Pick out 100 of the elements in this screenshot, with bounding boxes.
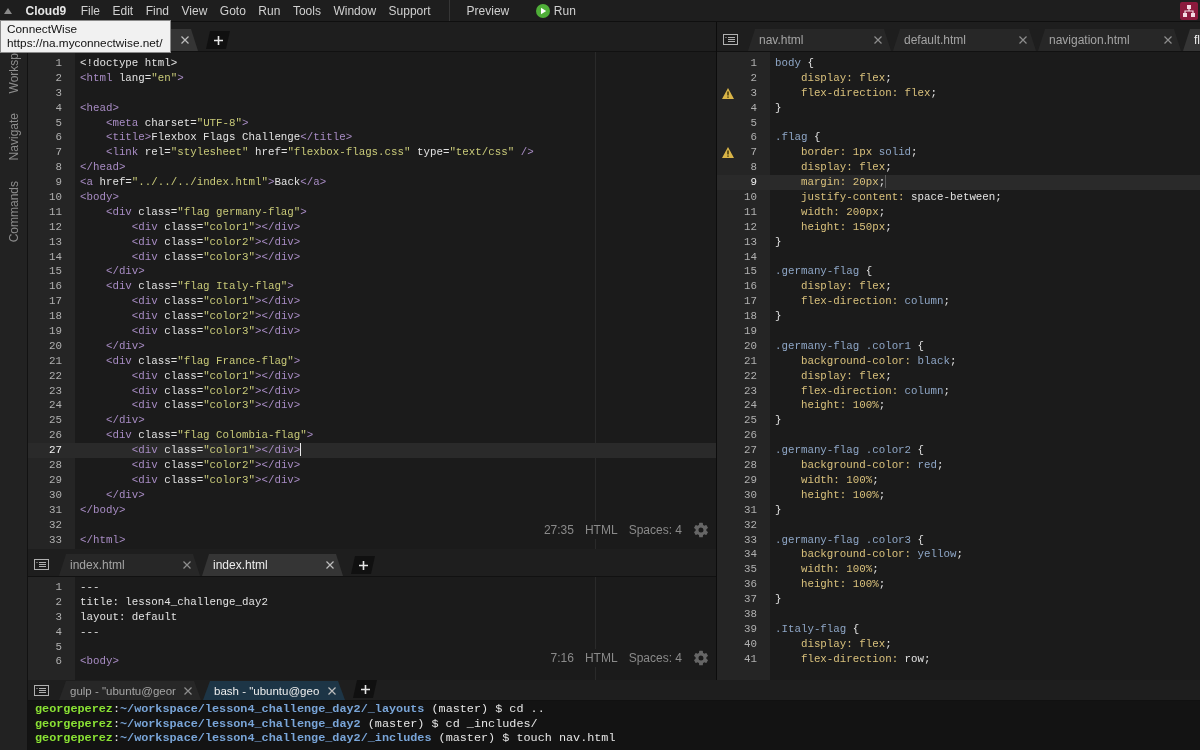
- line-number: 27: [49, 443, 62, 459]
- line-number: 30: [49, 487, 62, 503]
- sidebar-tab[interactable]: Worksp: [6, 53, 21, 94]
- close-icon[interactable]: [326, 561, 334, 569]
- menu-item[interactable]: Support: [388, 3, 431, 18]
- language-mode[interactable]: HTML: [584, 523, 618, 537]
- line-number: 1: [55, 56, 62, 71]
- plus-icon: [358, 560, 368, 570]
- menu-item[interactable]: Run: [258, 3, 281, 18]
- line-number: 36: [744, 577, 757, 593]
- plus-icon: [360, 684, 370, 694]
- code-line: }: [775, 593, 782, 606]
- line-number: 25: [49, 413, 62, 429]
- line-number: 41: [744, 651, 757, 667]
- run-button[interactable]: Run: [535, 3, 576, 18]
- line-number: 6: [55, 654, 62, 670]
- code-line: </div>: [105, 339, 145, 352]
- list-icon[interactable]: [723, 34, 738, 45]
- line-number: 1: [55, 580, 62, 595]
- editor-tab[interactable]: index.html: [59, 554, 200, 576]
- preview-button[interactable]: Preview: [466, 3, 510, 18]
- code-line: ---: [80, 581, 100, 593]
- code-line: border: 1px solid;: [800, 146, 918, 159]
- menu-item[interactable]: Goto: [219, 3, 246, 18]
- line-number: 22: [49, 368, 62, 384]
- line-number: 4: [55, 100, 62, 116]
- editor-tab[interactable]: default.html: [893, 29, 1036, 51]
- menu-item[interactable]: File: [80, 3, 100, 18]
- indent-setting[interactable]: Spaces: 4: [628, 651, 682, 665]
- menu-item[interactable]: Find: [145, 3, 170, 18]
- new-tab-button[interactable]: [353, 680, 377, 698]
- close-icon[interactable]: [874, 36, 882, 44]
- terminal-line: georgeperez:~/workspace/lesson4_challenge_day2 (master) $ cd _includes/: [35, 716, 538, 731]
- editor-tab[interactable]: index.html: [202, 554, 343, 576]
- indent-setting[interactable]: Spaces: 4: [628, 523, 682, 537]
- tooltip-url: https://na.myconnectwise.net/: [7, 36, 163, 50]
- code-editor[interactable]: [717, 52, 1200, 680]
- sidebar-tab[interactable]: Navigate: [6, 113, 21, 161]
- close-icon[interactable]: [181, 36, 189, 44]
- code-line: <div class="color3"></div>: [131, 399, 301, 412]
- code-line: height: 100%;: [800, 399, 886, 412]
- line-number: 17: [744, 294, 757, 310]
- list-icon[interactable]: [34, 685, 49, 696]
- terminal-panel[interactable]: [28, 680, 1200, 750]
- code-line: <meta charset="UTF-8">: [105, 116, 249, 129]
- settings-icon[interactable]: [693, 522, 709, 538]
- close-icon[interactable]: [1164, 36, 1172, 44]
- code-line: height: 100%;: [800, 578, 886, 591]
- line-number: 32: [744, 517, 757, 533]
- menu-item[interactable]: View: [181, 3, 208, 18]
- new-tab-button[interactable]: [351, 556, 375, 574]
- editor-tab[interactable]: nav.html: [748, 29, 891, 51]
- list-icon[interactable]: [34, 559, 49, 570]
- app-menu[interactable]: Cloud9: [25, 3, 67, 18]
- close-icon[interactable]: [1019, 36, 1027, 44]
- code-line: flex-direction: column;: [800, 295, 950, 308]
- settings-icon[interactable]: [693, 650, 709, 666]
- close-icon[interactable]: [328, 686, 336, 695]
- language-mode[interactable]: HTML: [584, 651, 618, 665]
- code-line: .Italy-flag {: [775, 622, 860, 635]
- new-tab-button[interactable]: [206, 31, 230, 49]
- code-line: background-color: red;: [800, 459, 944, 472]
- line-number: 33: [744, 532, 757, 548]
- editor-tab[interactable]: navigation.html: [1038, 29, 1181, 51]
- menu-item[interactable]: Edit: [112, 3, 134, 18]
- terminal-tab[interactable]: gulp - "ubuntu@geor: [59, 681, 201, 700]
- hierarchy-icon[interactable]: [1180, 1, 1198, 20]
- code-line: flex-direction: row;: [800, 652, 931, 665]
- line-number: 4: [55, 624, 62, 640]
- terminal-tab[interactable]: bash - "ubuntu@geo: [203, 681, 345, 700]
- line-number: 31: [744, 502, 757, 518]
- line-number: 24: [49, 398, 62, 414]
- editor-tab[interactable]: fl: [1183, 29, 1200, 51]
- line-number: 24: [744, 398, 757, 414]
- code-line: <div class="color3"></div>: [131, 473, 301, 486]
- code-line: <body>: [80, 655, 119, 668]
- code-editor[interactable]: [28, 52, 716, 549]
- line-number: 11: [49, 204, 62, 220]
- line-number: 3: [55, 609, 62, 625]
- line-number: 3: [750, 85, 757, 101]
- cursor-position: 7:16: [550, 651, 574, 665]
- line-number: 31: [49, 502, 62, 518]
- menu-item[interactable]: Window: [333, 3, 377, 18]
- close-icon[interactable]: [183, 561, 191, 569]
- sidebar-tab[interactable]: Commands: [6, 180, 21, 243]
- code-line: background-color: yellow;: [800, 548, 963, 561]
- line-number: 11: [744, 204, 757, 220]
- line-number: 22: [744, 368, 757, 384]
- code-line: }: [775, 414, 782, 427]
- line-number: 14: [744, 249, 757, 265]
- code-line: display: flex;: [800, 369, 892, 382]
- code-line: width: 100%;: [800, 563, 879, 576]
- caret-icon[interactable]: [4, 7, 12, 14]
- code-line: </div>: [105, 265, 145, 278]
- code-line: height: 150px;: [800, 220, 892, 233]
- code-line: <div class="color2"></div>: [131, 310, 301, 323]
- menu-item[interactable]: Tools: [292, 3, 321, 18]
- close-icon[interactable]: [184, 686, 192, 695]
- code-line: <!doctype html>: [80, 57, 178, 69]
- line-number: 38: [744, 606, 757, 622]
